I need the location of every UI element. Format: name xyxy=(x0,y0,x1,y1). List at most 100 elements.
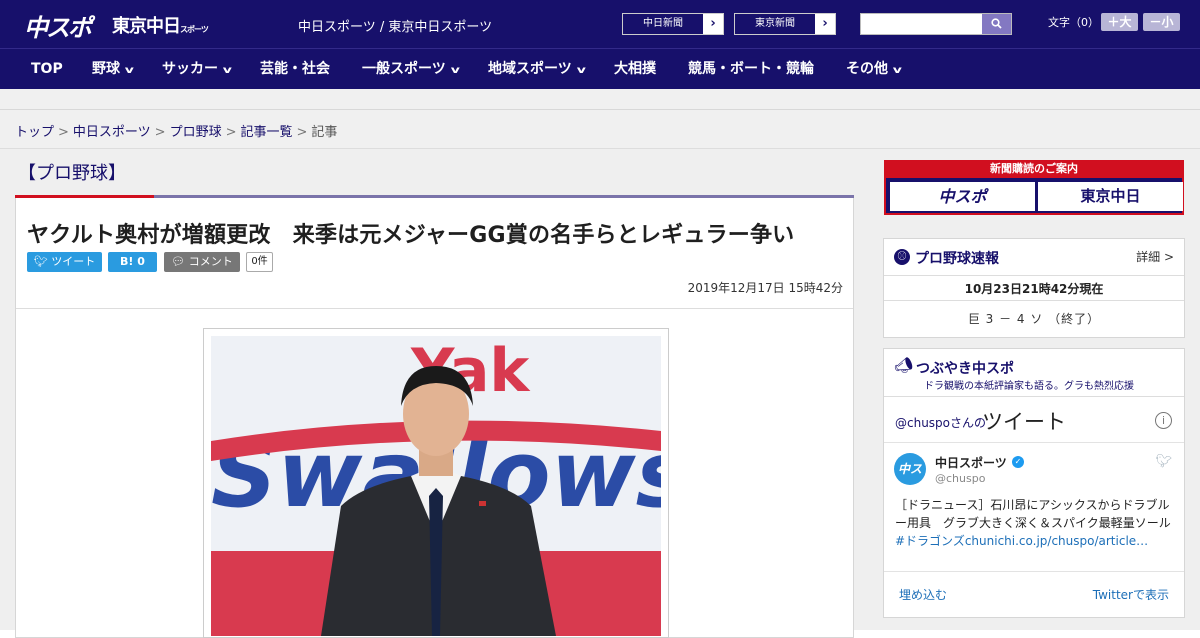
chunichi-shimbun-button[interactable]: 中日新聞 › xyxy=(622,13,724,35)
tweet-widget-title: つぶやき中スポ xyxy=(916,361,1014,377)
breadcrumb-separator: > xyxy=(225,125,237,140)
article-card: ヤクルト奥村が増額更改 来季は元メジャーGG賞の名手らとレギュラー争い 🐦︎ ツ… xyxy=(15,198,854,638)
nav-item-general-sports[interactable]: 一般スポーツ v xyxy=(362,49,460,89)
logo-tokyo-text: 東京中日 xyxy=(112,16,181,37)
nav-item-entertainment[interactable]: 芸能・社会 xyxy=(260,49,330,89)
chevron-down-icon: v xyxy=(892,65,902,76)
font-smaller-button[interactable]: －小 xyxy=(1143,13,1180,31)
nav-label: TOP xyxy=(31,61,63,77)
nav-item-soccer[interactable]: サッカー v xyxy=(162,49,232,89)
font-size-label: 文字（0） xyxy=(1048,16,1099,29)
nav-item-top[interactable]: TOP xyxy=(31,49,63,89)
view-on-twitter-link[interactable]: Twitterで表示 xyxy=(1093,586,1169,603)
nav-item-other[interactable]: その他 v xyxy=(846,49,902,89)
main-area: 【プロ野球】 ヤクルト奥村が増額更改 来季は元メジャーGG賞の名手らとレギュラー… xyxy=(0,149,1200,638)
account-handle[interactable]: @chuspo xyxy=(935,472,985,485)
score-timestamp: 10月23日21時42分現在 xyxy=(964,282,1104,296)
breadcrumb-separator: > xyxy=(296,125,308,140)
nav-label: 野球 xyxy=(92,61,120,77)
subscription-banner[interactable]: 新聞購読のご案内 中スポ 東京中日 xyxy=(884,160,1184,215)
button-label: 中日新聞 xyxy=(623,14,703,34)
baseball-icon: ⚾︎ xyxy=(894,249,910,265)
breadcrumb: トップ > 中日スポーツ > プロ野球 > 記事一覧 > 記事 xyxy=(15,121,337,140)
timeline-handle[interactable]: @chuspoさんの xyxy=(895,414,986,431)
chevron-down-icon: v xyxy=(124,65,134,76)
search-input[interactable] xyxy=(861,14,982,34)
baseball-score-widget: ⚾︎ プロ野球速報 詳細 > 10月23日21時42分現在 巨 3 － 4 ソ … xyxy=(883,238,1185,338)
embed-link[interactable]: 埋め込む xyxy=(899,586,947,603)
button-label: 東京新聞 xyxy=(735,14,815,34)
tweet-widget-subtitle: ドラ観戦の本紙評論家も語る。グラも熱烈応援 xyxy=(924,381,1134,392)
tweet-label: ツイート xyxy=(51,255,96,268)
nav-item-baseball[interactable]: 野球 v xyxy=(92,49,134,89)
tweet-widget: 📣︎ つぶやき中スポ ドラ観戦の本紙評論家も語る。グラも熱烈応援 @chuspo… xyxy=(883,348,1185,618)
breadcrumb-chuspo[interactable]: 中日スポーツ xyxy=(73,125,151,140)
verified-badge-icon: ✓ xyxy=(1012,456,1024,468)
nav-item-regional-sports[interactable]: 地域スポーツ v xyxy=(488,49,586,89)
divider xyxy=(16,308,853,309)
score-title: プロ野球速報 xyxy=(915,251,999,267)
nav-label: サッカー xyxy=(162,61,218,77)
score-game-result[interactable]: 巨 3 － 4 ソ （終了） xyxy=(884,310,1184,327)
subscribe-tokyo-chunichi-button[interactable]: 東京中日 xyxy=(1038,182,1183,211)
player-photo-image: Yak Swallows xyxy=(211,336,661,636)
breadcrumb-top[interactable]: トップ xyxy=(15,125,54,140)
twitter-bird-icon: 🐦︎ xyxy=(33,255,52,268)
tokyo-shimbun-button[interactable]: 東京新聞 › xyxy=(734,13,836,35)
tweet-link[interactable]: #ドラゴンズchunichi.co.jp/chuspo/article… xyxy=(895,534,1148,548)
nav-item-keiba[interactable]: 競馬・ボート・競輪 xyxy=(688,49,814,89)
chevron-down-icon: v xyxy=(222,65,232,76)
article-photo[interactable]: Yak Swallows xyxy=(203,328,669,638)
tweet-text: ［ドラニュース］石川昂にアシックスからドラブルー用具 グラブ大きく深く＆スパイク… xyxy=(895,496,1175,550)
account-name[interactable]: 中日スポーツ xyxy=(935,454,1007,471)
divider xyxy=(884,396,1184,397)
info-icon[interactable]: i xyxy=(1155,412,1172,429)
divider xyxy=(884,275,1184,276)
nav-label: その他 xyxy=(846,61,888,77)
subscribe-title: 新聞購読のご案内 xyxy=(886,160,1182,178)
speech-bubble-icon: 💬︎ xyxy=(171,255,189,268)
divider xyxy=(884,442,1184,443)
score-detail-link[interactable]: 詳細 > xyxy=(1136,248,1174,265)
comment-button[interactable]: 💬︎ コメント xyxy=(164,252,240,272)
chevron-down-icon: v xyxy=(576,65,586,76)
main-nav: TOP 野球 v サッカー v 芸能・社会 一般スポーツ v 地域スポーツ v 大相撲 … xyxy=(0,48,1200,89)
comment-count: 0件 xyxy=(246,252,273,272)
megaphone-icon: 📣︎ xyxy=(894,356,914,374)
search-box xyxy=(860,13,1012,35)
tweet-button[interactable]: 🐦︎ ツイート xyxy=(27,252,102,272)
divider xyxy=(884,300,1184,301)
nav-label: 地域スポーツ xyxy=(488,61,572,77)
article-date: 2019年12月17日 15時42分 xyxy=(687,281,843,295)
twitter-bird-icon[interactable]: 🐦︎ xyxy=(1155,454,1172,469)
chevron-right-icon: › xyxy=(710,16,716,31)
subscribe-chuspo-button[interactable]: 中スポ xyxy=(890,182,1035,211)
nav-label: 一般スポーツ xyxy=(362,61,446,77)
tokyo-chunichi-logo[interactable]: 東京中日スポーツ xyxy=(112,12,209,38)
chevron-right-icon: › xyxy=(822,16,828,31)
breadcrumb-current: 記事 xyxy=(311,125,338,140)
avatar[interactable]: 中ス xyxy=(894,453,926,485)
site-header: 中スポ 東京中日スポーツ 中日スポーツ / 東京中日スポーツ 中日新聞 › 東京新… xyxy=(0,0,1200,48)
search-button[interactable] xyxy=(982,14,1011,34)
chevron-down-icon: v xyxy=(450,65,460,76)
breadcrumb-article-list[interactable]: 記事一覧 xyxy=(241,125,293,140)
breadcrumb-pro-baseball[interactable]: プロ野球 xyxy=(170,125,222,140)
hatena-count: 0 xyxy=(137,255,145,268)
hatena-bookmark-button[interactable]: B! 0 xyxy=(108,252,157,272)
timeline-label: ツイート xyxy=(982,410,1066,434)
chuspo-logo[interactable]: 中スポ xyxy=(24,8,92,43)
tweet-body: ［ドラニュース］石川昂にアシックスからドラブルー用具 グラブ大きく深く＆スパイク… xyxy=(895,498,1171,530)
logo-tokyo-small: スポーツ xyxy=(180,25,209,34)
font-larger-button[interactable]: ＋大 xyxy=(1101,13,1138,31)
article-headline: ヤクルト奥村が増額更改 来季は元メジャーGG賞の名手らとレギュラー争い xyxy=(27,223,795,248)
breadcrumb-band: トップ > 中日スポーツ > プロ野球 > 記事一覧 > 記事 xyxy=(0,89,1200,149)
nav-item-sumo[interactable]: 大相撲 xyxy=(614,49,656,89)
divider xyxy=(884,571,1184,572)
breadcrumb-separator: > xyxy=(58,125,69,140)
breadcrumb-separator: > xyxy=(154,125,166,140)
comment-label: コメント xyxy=(188,255,233,268)
category-heading: 【プロ野球】 xyxy=(18,163,126,184)
nav-label: 芸能・社会 xyxy=(260,61,330,77)
site-title: 中日スポーツ / 東京中日スポーツ xyxy=(298,20,493,35)
